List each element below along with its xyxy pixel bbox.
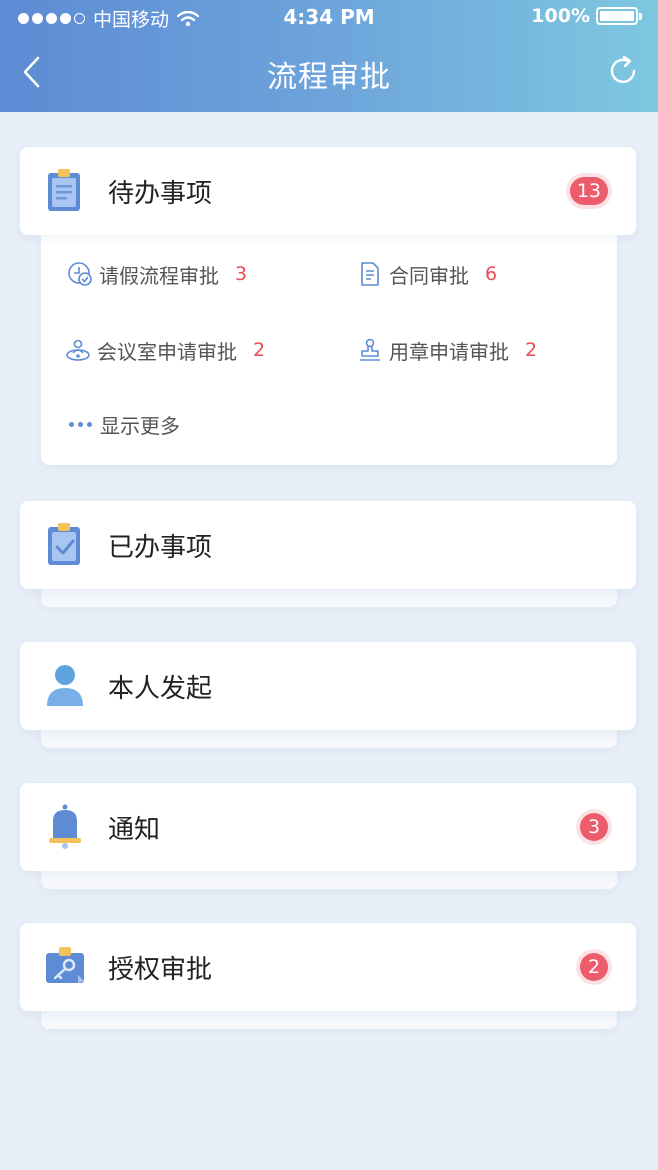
battery-percent: 100% xyxy=(531,5,590,27)
sub-item-meeting[interactable]: 会议室申请审批 2 xyxy=(65,335,265,365)
show-more-label: 显示更多 xyxy=(100,413,180,438)
sub-item-leave[interactable]: 请假流程审批 3 xyxy=(67,259,247,289)
notice-badge: 3 xyxy=(580,813,608,841)
show-more-button[interactable]: 显示更多 xyxy=(69,409,180,439)
clipboard-icon xyxy=(48,169,80,211)
done-label: 已办事项 xyxy=(108,533,213,563)
sub-item-count: 2 xyxy=(525,339,538,361)
sub-item-label: 请假流程审批 xyxy=(99,263,219,288)
sub-item-contract[interactable]: 合同审批 6 xyxy=(357,259,497,289)
auth-label: 授权审批 xyxy=(108,955,213,985)
page-title: 流程审批 xyxy=(267,60,391,95)
clipboard-check-icon xyxy=(48,523,80,565)
more-dots-icon xyxy=(69,421,92,427)
pending-submenu: 请假流程审批 3 合同审批 6 会议室申请审批 2 用章申请审批 2 显示更多 xyxy=(41,233,617,465)
stamp-icon xyxy=(360,338,380,361)
header: 中国移动 4:34 PM 100% 流程审批 xyxy=(0,0,658,112)
document-icon xyxy=(361,262,379,286)
pending-card[interactable]: 待办事项 13 xyxy=(20,147,636,235)
sub-item-label: 会议室申请审批 xyxy=(97,339,237,364)
person-icon xyxy=(47,665,83,706)
sub-item-count: 2 xyxy=(253,339,266,361)
key-card-icon xyxy=(46,947,84,983)
status-bar: 中国移动 4:34 PM 100% xyxy=(0,0,658,34)
notice-card[interactable]: 通知 3 xyxy=(20,783,636,871)
auth-badge: 2 xyxy=(580,953,608,981)
mine-label: 本人发起 xyxy=(108,674,213,704)
status-right: 100% xyxy=(531,5,642,27)
battery-icon xyxy=(596,7,642,25)
clock-check-icon xyxy=(68,262,92,286)
done-card[interactable]: 已办事项 xyxy=(20,501,636,589)
sub-item-label: 用章申请审批 xyxy=(389,339,509,364)
pending-badge: 13 xyxy=(569,177,608,205)
sub-item-count: 3 xyxy=(235,263,248,285)
notice-label: 通知 xyxy=(108,815,161,845)
meeting-people-icon xyxy=(66,339,90,361)
pending-label: 待办事项 xyxy=(108,179,213,209)
refresh-icon[interactable] xyxy=(606,54,640,88)
mine-card[interactable]: 本人发起 xyxy=(20,642,636,730)
sub-item-label: 合同审批 xyxy=(389,263,469,288)
auth-card[interactable]: 授权审批 2 xyxy=(20,923,636,1011)
bell-icon xyxy=(49,804,81,849)
sub-item-stamp[interactable]: 用章申请审批 2 xyxy=(357,335,537,365)
sub-item-count: 6 xyxy=(485,263,498,285)
